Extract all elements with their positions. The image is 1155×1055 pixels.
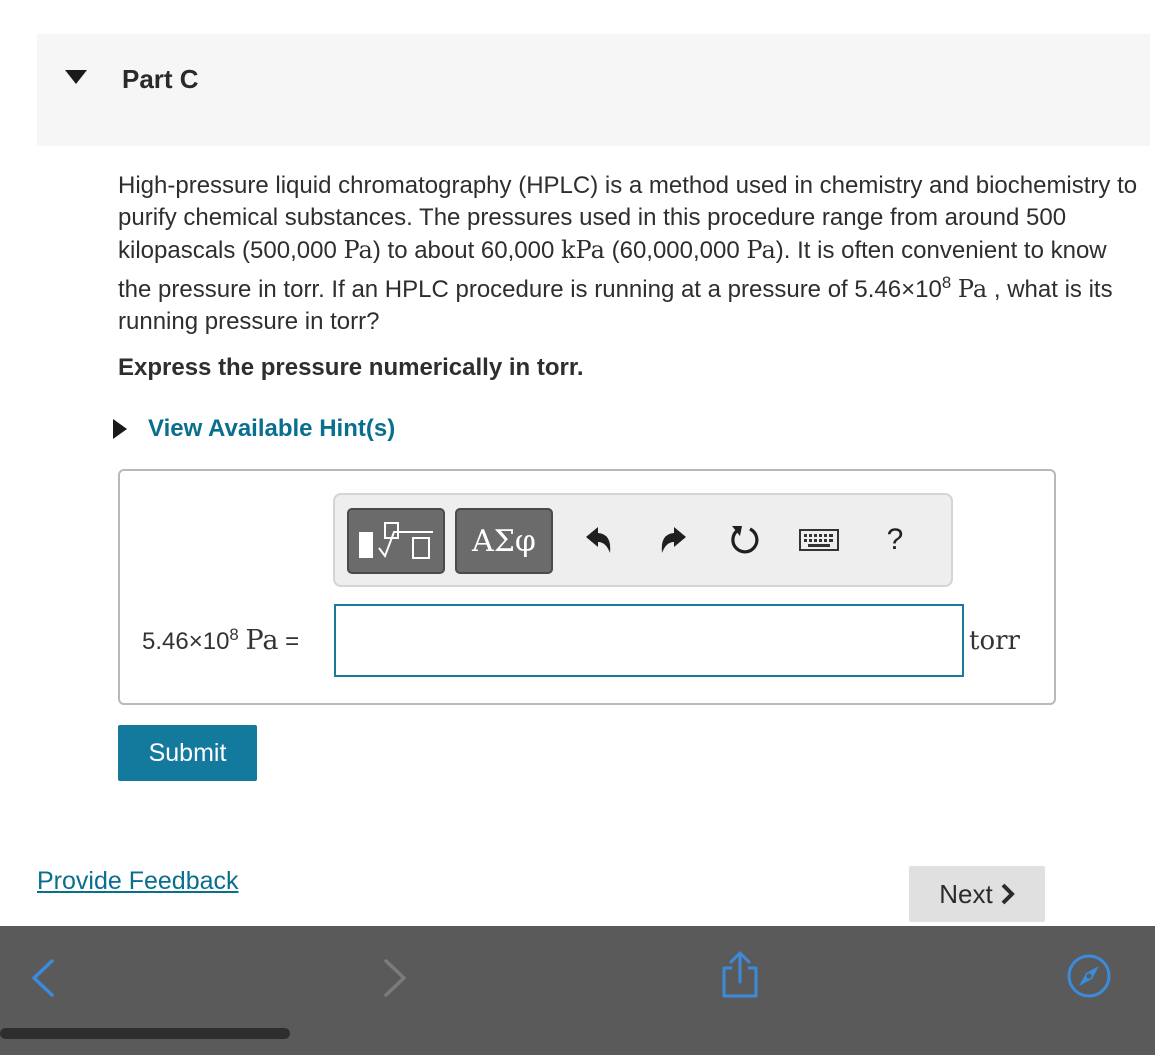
keyboard-button[interactable] xyxy=(799,520,839,560)
back-icon[interactable] xyxy=(28,958,58,998)
next-button[interactable]: Next xyxy=(909,866,1045,922)
compass-icon[interactable] xyxy=(1066,953,1112,999)
provide-feedback-link[interactable]: Provide Feedback xyxy=(37,867,239,896)
caret-right-icon xyxy=(113,419,127,439)
problem-segment-math: Pa xyxy=(957,275,988,303)
help-icon: ? xyxy=(886,523,904,556)
problem-segment-text: ) to about 60,000 xyxy=(372,237,562,264)
problem-segment-sup: 8 xyxy=(941,273,952,292)
next-label: Next xyxy=(939,878,993,909)
equation-label: 5.46×108 Pa = xyxy=(142,625,299,656)
submit-button[interactable]: Submit xyxy=(118,725,257,781)
problem-segment-text xyxy=(951,276,958,303)
problem-segment-math: Pa xyxy=(746,236,776,264)
math-toolbar: ΑΣφ ? xyxy=(333,493,953,587)
part-title: Part C xyxy=(122,64,199,94)
reset-button[interactable] xyxy=(725,520,765,560)
share-icon[interactable] xyxy=(718,950,762,1000)
chevron-right-icon xyxy=(1001,883,1015,905)
problem-segment-math: Pa xyxy=(343,236,373,264)
problem-segment-math: kPa xyxy=(561,236,605,264)
problem-segment-text: (60,000,000 xyxy=(604,237,747,264)
keyboard-icon xyxy=(799,529,839,551)
undo-button[interactable] xyxy=(579,520,619,560)
problem-statement: High-pressure liquid chromatography (HPL… xyxy=(118,170,1138,338)
equals-sign: = xyxy=(285,628,300,655)
answer-box: ΑΣφ ? 5.46×108 Pa = torr xyxy=(118,469,1056,705)
help-button[interactable]: ? xyxy=(875,520,915,560)
equation-exponent: 8 xyxy=(229,625,239,644)
equation-unit: Pa xyxy=(245,625,279,656)
template-icon xyxy=(359,522,433,559)
hint-label: View Available Hint(s) xyxy=(148,415,396,442)
hint-toggle[interactable]: View Available Hint(s) xyxy=(113,415,395,443)
answer-input[interactable] xyxy=(334,604,964,677)
greek-symbols-button[interactable]: ΑΣφ xyxy=(455,508,553,574)
undo-icon xyxy=(586,527,611,553)
forward-icon[interactable] xyxy=(380,958,410,998)
greek-label: ΑΣφ xyxy=(472,523,536,559)
answer-unit: torr xyxy=(969,626,1020,656)
instruction-text: Express the pressure numerically in torr… xyxy=(118,354,584,381)
template-button[interactable] xyxy=(347,508,445,574)
redo-icon xyxy=(661,527,686,553)
collapse-triangle-icon[interactable] xyxy=(65,70,87,84)
redo-button[interactable] xyxy=(653,520,693,560)
reset-icon xyxy=(731,526,759,554)
scroll-indicator xyxy=(0,1028,290,1039)
equation-base: 5.46×10 xyxy=(142,628,230,655)
part-header xyxy=(37,34,1150,146)
